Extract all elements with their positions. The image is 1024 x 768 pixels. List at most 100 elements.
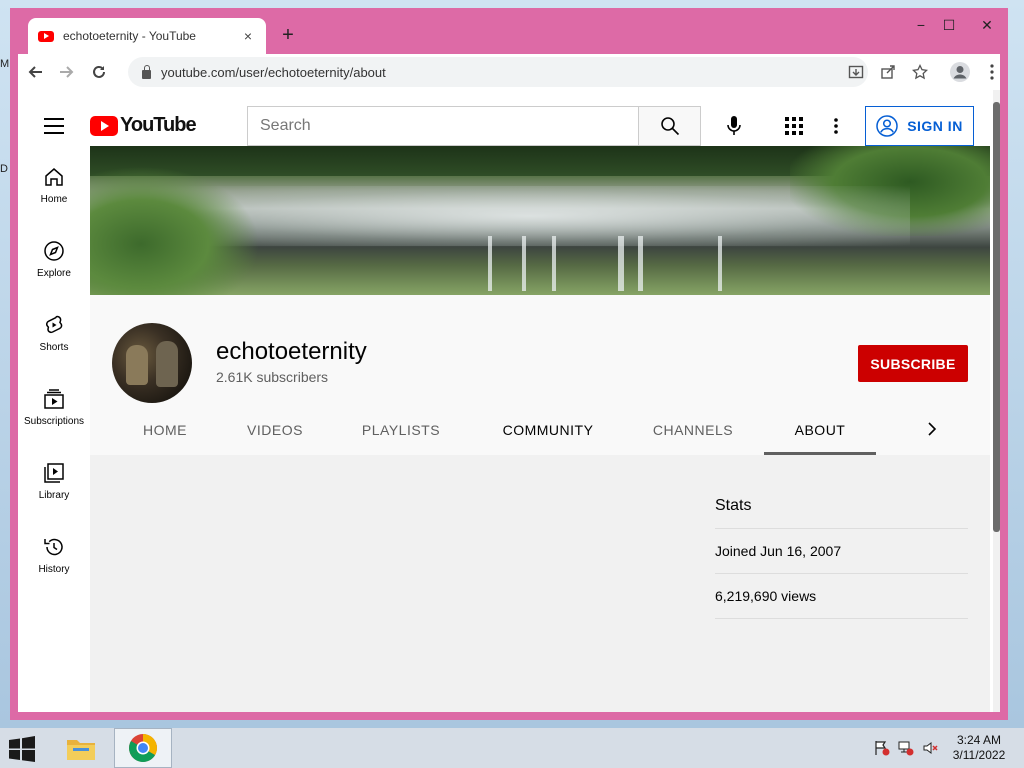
windows-taskbar: 3:24 AM 3/11/2022 [0, 728, 1024, 768]
desktop-icon-label-fragment[interactable]: M [0, 58, 9, 70]
back-arrow-icon [28, 66, 42, 78]
tab-videos[interactable]: VIDEOS [230, 407, 320, 453]
desktop-icon-label-fragment[interactable]: D [0, 163, 8, 175]
channel-avatar[interactable] [112, 323, 192, 403]
subscriber-count: 2.61K subscribers [216, 369, 329, 385]
sign-in-label: SIGN IN [907, 118, 963, 134]
search-input[interactable] [260, 117, 638, 135]
bookmark-star-icon[interactable] [908, 60, 932, 84]
vertical-dots-icon [834, 118, 838, 134]
tab-playlists[interactable]: PLAYLISTS [346, 407, 456, 453]
close-window-button[interactable]: ✕ [972, 12, 1002, 38]
guide-item-explore[interactable]: Explore [18, 220, 90, 294]
new-tab-button[interactable]: + [278, 24, 298, 46]
history-icon [44, 538, 63, 556]
maximize-button[interactable]: ☐ [934, 12, 964, 38]
microphone-icon [727, 116, 741, 135]
youtube-masthead: YouTube SIGN [18, 90, 993, 146]
volume-muted-icon[interactable] [922, 740, 938, 756]
reload-icon [93, 65, 105, 78]
guide-label: Subscriptions [23, 416, 85, 427]
title-bar: echotoeternity - YouTube × + − ☐ ✕ [10, 8, 1008, 54]
voice-search-button[interactable] [714, 106, 754, 146]
channel-name: echotoeternity [216, 338, 367, 365]
guide-item-subscriptions[interactable]: Subscriptions [18, 368, 90, 442]
hamburger-menu-icon[interactable] [44, 118, 64, 139]
forward-arrow-icon [60, 66, 74, 78]
profile-avatar-icon[interactable] [948, 60, 972, 84]
minimize-button[interactable]: − [906, 12, 936, 38]
guide-item-shorts[interactable]: Shorts [18, 294, 90, 368]
guide-label: History [38, 564, 70, 575]
system-clock[interactable]: 3:24 AM 3/11/2022 [944, 733, 1014, 763]
guide-item-library[interactable]: Library [18, 442, 90, 516]
about-content: Stats Joined Jun 16, 2007 6,219,690 view… [90, 455, 990, 712]
clock-time: 3:24 AM [956, 733, 1002, 747]
guide-item-home[interactable]: Home [18, 146, 90, 220]
guide-label: Explore [37, 268, 71, 279]
compass-icon [44, 241, 64, 261]
clock-date: 3/11/2022 [952, 748, 1006, 762]
reload-button[interactable] [84, 57, 114, 87]
start-button[interactable] [8, 736, 38, 762]
folder-icon [67, 740, 95, 760]
account-circle-icon [876, 115, 898, 137]
guide-label: Shorts [39, 342, 69, 353]
search-box[interactable] [247, 106, 638, 146]
address-url: youtube.com/user/echotoeternity/about [161, 64, 386, 80]
web-page: YouTube SIGN [18, 90, 1000, 712]
subscribe-button[interactable]: SUBSCRIBE [858, 345, 968, 382]
tab-close-icon[interactable]: × [240, 28, 256, 44]
back-button[interactable] [20, 57, 50, 87]
youtube-favicon-icon [38, 30, 54, 42]
tab-title: echotoeternity - YouTube [63, 29, 196, 43]
apps-grid-icon [785, 117, 803, 135]
install-app-icon[interactable] [844, 60, 868, 84]
view-count: 6,219,690 views [715, 574, 968, 619]
scrollbar-thumb[interactable] [993, 102, 1000, 532]
network-icon[interactable] [898, 740, 914, 756]
subscriptions-icon [44, 389, 64, 409]
windows-logo-icon [9, 736, 35, 762]
guide-item-history[interactable]: History [18, 516, 90, 590]
youtube-logo[interactable]: YouTube [90, 114, 197, 137]
settings-more-button[interactable] [824, 106, 848, 146]
joined-date: Joined Jun 16, 2007 [715, 529, 968, 574]
taskbar-chrome[interactable] [114, 728, 172, 768]
mini-guide-sidebar: Home Explore Shorts Subscriptions Librar… [18, 146, 90, 712]
page-scrollbar[interactable] [993, 90, 1000, 712]
search-button[interactable] [638, 106, 701, 146]
action-center-flag-icon[interactable] [874, 740, 890, 756]
lock-icon [142, 64, 151, 79]
youtube-wordmark: YouTube [120, 114, 197, 136]
channel-banner-image [90, 146, 990, 295]
shorts-icon [45, 315, 63, 334]
home-icon [45, 168, 63, 186]
tab-about[interactable]: ABOUT [764, 407, 876, 453]
browser-toolbar: youtube.com/user/echotoeternity/about [18, 54, 1000, 90]
tab-community[interactable]: COMMUNITY [488, 407, 608, 453]
tab-home[interactable]: HOME [120, 407, 210, 453]
tabs-scroll-right-button[interactable] [920, 417, 944, 441]
forward-button[interactable] [52, 57, 82, 87]
apps-grid-button[interactable] [774, 106, 814, 146]
tab-channels[interactable]: CHANNELS [638, 407, 748, 453]
chevron-right-icon [928, 422, 937, 436]
channel-tabs: HOME VIDEOS PLAYLISTS COMMUNITY CHANNELS… [90, 407, 990, 455]
browser-menu-icon[interactable] [980, 60, 1004, 84]
guide-label: Library [38, 490, 70, 501]
browser-window: echotoeternity - YouTube × + − ☐ ✕ youtu… [10, 8, 1008, 720]
browser-tab[interactable]: echotoeternity - YouTube × [28, 18, 266, 54]
library-icon [44, 463, 64, 483]
stats-panel: Stats Joined Jun 16, 2007 6,219,690 view… [715, 483, 968, 619]
chrome-icon [129, 734, 157, 762]
stats-heading: Stats [715, 483, 968, 529]
channel-header: echotoeternity 2.61K subscribers SUBSCRI… [90, 295, 990, 455]
address-bar[interactable]: youtube.com/user/echotoeternity/about [128, 57, 868, 87]
share-icon[interactable] [876, 60, 900, 84]
sign-in-button[interactable]: SIGN IN [865, 106, 974, 146]
youtube-play-icon [90, 115, 118, 136]
search-icon [660, 117, 679, 136]
taskbar-file-explorer[interactable] [52, 728, 110, 768]
guide-label: Home [40, 194, 68, 205]
